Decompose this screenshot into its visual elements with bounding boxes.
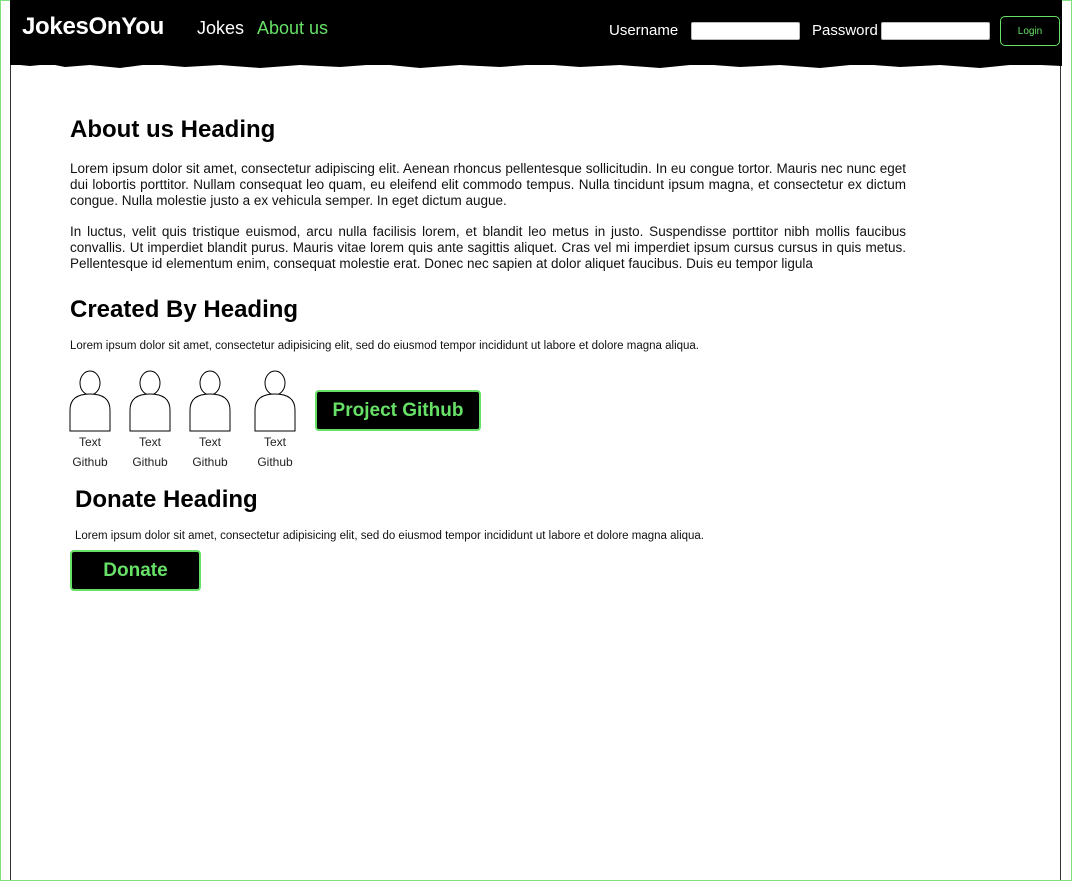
member-name: Text (263, 435, 286, 449)
member-github-link[interactable]: Github (254, 452, 296, 472)
donate-heading: Donate Heading (75, 486, 258, 513)
about-heading: About us Heading (70, 116, 276, 143)
password-input[interactable] (881, 22, 990, 40)
nav-link-jokes[interactable]: Jokes (197, 18, 244, 39)
donate-description: Lorem ipsum dolor sit amet, consectetur … (75, 530, 705, 542)
person-icon (254, 370, 296, 432)
team-member: Text Github (129, 370, 171, 472)
member-github-link[interactable]: Github (69, 452, 111, 472)
login-button[interactable]: Login (1000, 16, 1060, 46)
member-name: Text (138, 435, 161, 449)
person-icon (189, 370, 231, 432)
username-input[interactable] (691, 22, 800, 40)
member-github-link[interactable]: Github (129, 452, 171, 472)
navbar-rough-edge (10, 62, 1062, 68)
member-name: Text (198, 435, 221, 449)
team-member: Text Github (254, 370, 296, 472)
password-label: Password (812, 22, 878, 39)
navbar: JokesOnYou Jokes About us Username Passw… (10, 0, 1062, 65)
member-github-link[interactable]: Github (189, 452, 231, 472)
brand-logo[interactable]: JokesOnYou (22, 13, 164, 41)
created-by-description: Lorem ipsum dolor sit amet, consectetur … (70, 340, 700, 352)
person-icon (69, 370, 111, 432)
person-icon (129, 370, 171, 432)
created-by-heading: Created By Heading (70, 296, 299, 323)
nav-link-about-us[interactable]: About us (257, 18, 328, 39)
project-github-button[interactable]: Project Github (315, 390, 481, 431)
team-member: Text Github (69, 370, 111, 472)
about-paragraph-2: In luctus, velit quis tristique euismod,… (70, 224, 906, 271)
donate-button[interactable]: Donate (70, 550, 201, 591)
member-name: Text (78, 435, 101, 449)
team-member: Text Github (189, 370, 231, 472)
username-label: Username (609, 22, 679, 39)
about-paragraph-1: Lorem ipsum dolor sit amet, consectetur … (70, 161, 906, 208)
